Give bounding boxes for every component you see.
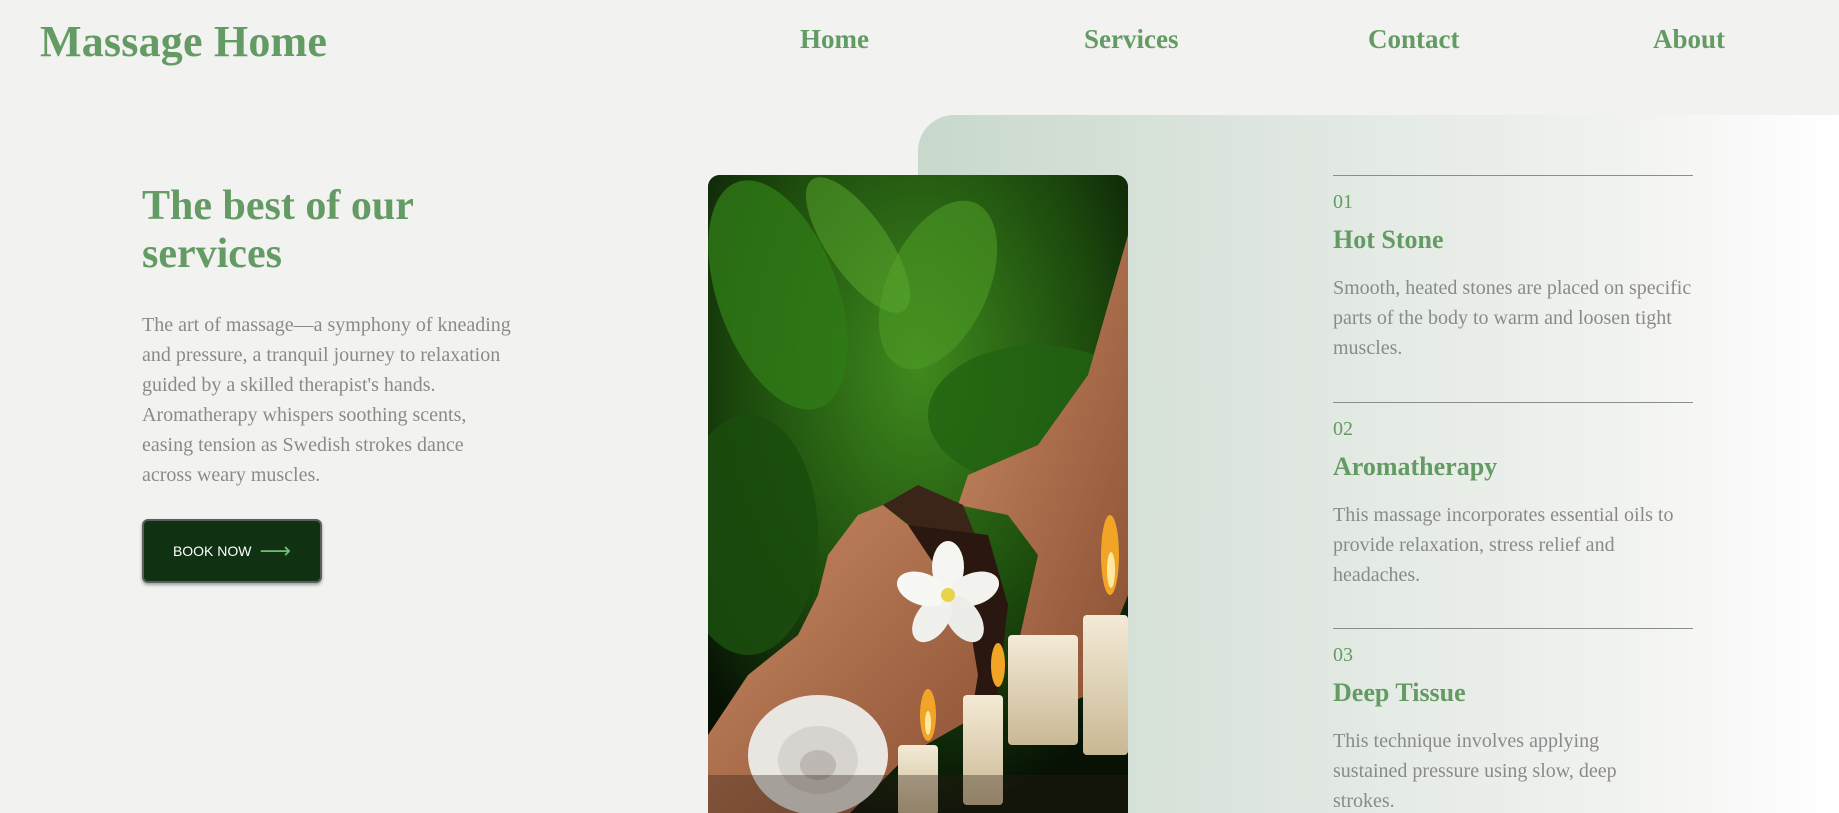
nav-contact-link[interactable]: Contact bbox=[1368, 24, 1459, 55]
massage-photo bbox=[708, 175, 1128, 813]
service-description: Smooth, heated stones are placed on spec… bbox=[1333, 277, 1692, 359]
brand-logo[interactable]: Massage Home bbox=[40, 16, 327, 67]
service-description: This massage incorporates essential oils… bbox=[1333, 504, 1674, 586]
book-now-label: BOOK NOW bbox=[172, 543, 252, 559]
divider bbox=[1333, 628, 1693, 629]
book-now-button[interactable]: BOOK NOW ⟶ bbox=[142, 519, 322, 583]
service-number: 02 bbox=[1333, 418, 1353, 440]
service-title: Hot Stone bbox=[1333, 225, 1444, 254]
arrow-right-icon: ⟶ bbox=[259, 538, 292, 563]
nav-home-link[interactable]: Home bbox=[800, 24, 869, 55]
nav-about-link[interactable]: About bbox=[1653, 24, 1725, 55]
service-description: This technique involves applying sustain… bbox=[1333, 730, 1617, 812]
service-title: Deep Tissue bbox=[1333, 678, 1466, 707]
service-number: 03 bbox=[1333, 644, 1353, 666]
service-item: 03 Deep Tissue This technique involves a… bbox=[1333, 628, 1693, 813]
nav-services-link[interactable]: Services bbox=[1084, 24, 1178, 55]
divider bbox=[1333, 402, 1693, 403]
divider bbox=[1333, 175, 1693, 176]
section-heading: The best of our services bbox=[142, 183, 414, 277]
service-title: Aromatherapy bbox=[1333, 452, 1498, 481]
service-item: 02 Aromatherapy This massage incorporate… bbox=[1333, 402, 1693, 590]
service-item: 01 Hot Stone Smooth, heated stones are p… bbox=[1333, 175, 1693, 363]
service-number: 01 bbox=[1333, 191, 1353, 213]
page: Massage Home Home Services Contact About… bbox=[0, 0, 1839, 813]
intro-paragraph: The art of massage—a symphony of kneadin… bbox=[142, 314, 511, 486]
